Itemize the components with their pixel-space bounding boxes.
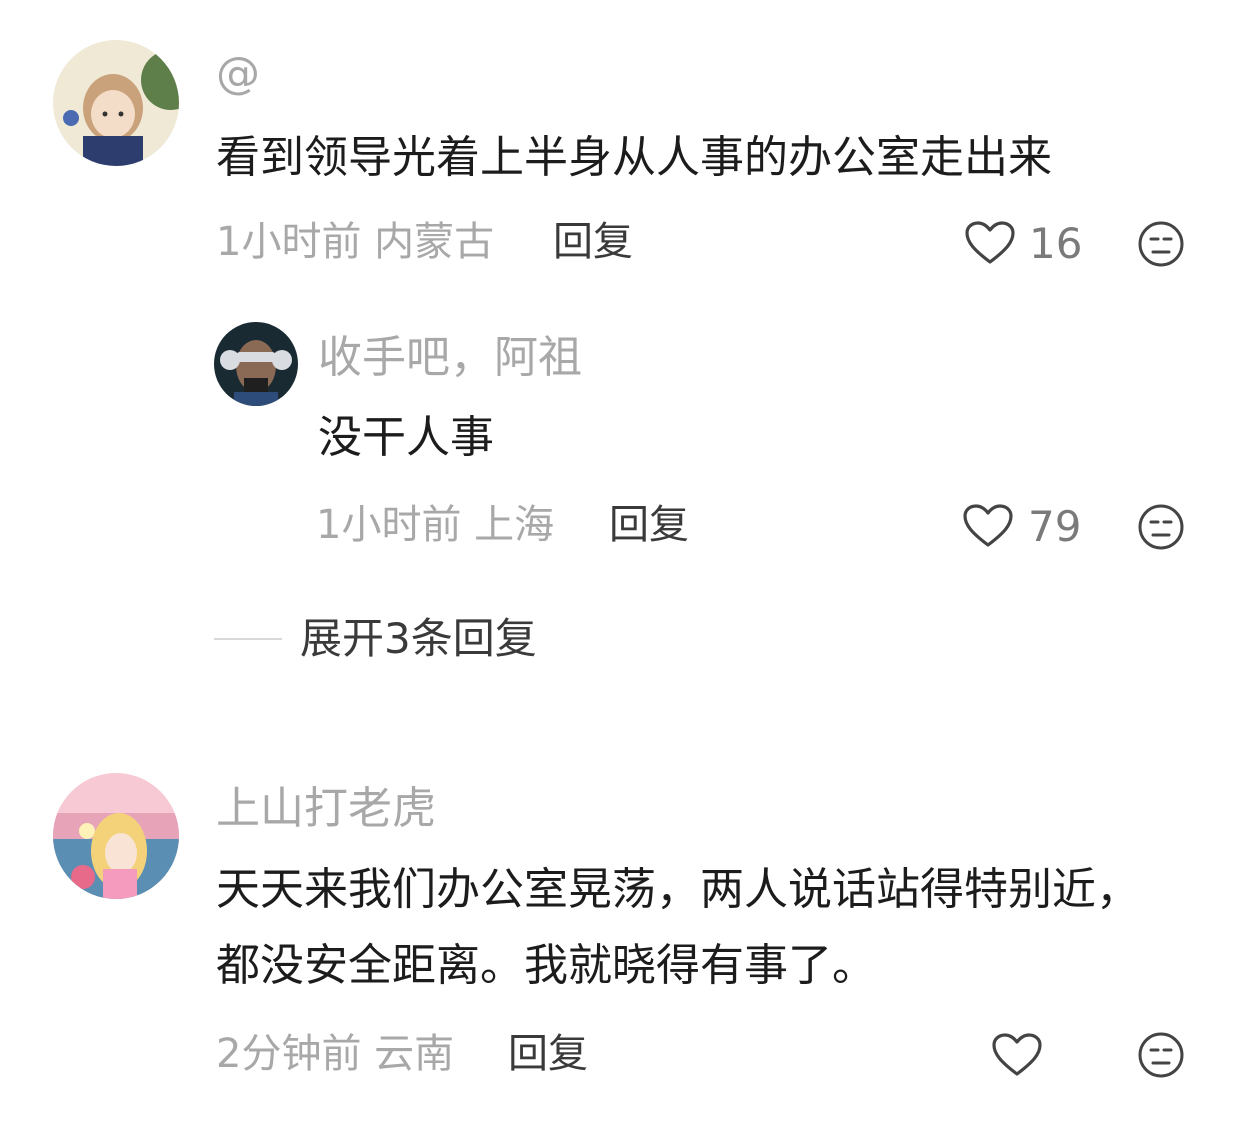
reply-button[interactable]: 回复 bbox=[508, 1034, 588, 1074]
comment-content: 天天来我们办公室晃荡，两人说话站得特别近，都没安全距离。我就晓得有事了。 bbox=[216, 864, 1140, 991]
comment-time-location: 2分钟前 云南 bbox=[216, 1031, 455, 1077]
heart-outline-icon[interactable] bbox=[964, 220, 1016, 266]
comment-content: 看到领导光着上半身从人事的办公室走出来 bbox=[216, 132, 1052, 183]
heart-outline-icon[interactable] bbox=[991, 1032, 1043, 1078]
avatar[interactable] bbox=[53, 773, 179, 899]
avatar[interactable] bbox=[53, 40, 179, 166]
comment-time-location: 1小时前 内蒙古 bbox=[216, 219, 495, 265]
neutral-face-icon[interactable] bbox=[1137, 220, 1185, 268]
comment-username[interactable]: @ bbox=[216, 52, 260, 96]
expand-replies-button[interactable]: 展开3条回复 bbox=[300, 618, 537, 660]
heart-outline-icon[interactable] bbox=[962, 503, 1014, 549]
avatar-anime-girl-image bbox=[53, 773, 179, 899]
reply-time-location: 1小时前 上海 bbox=[316, 502, 555, 548]
expand-divider bbox=[214, 638, 282, 640]
comment-list: @ 看到领导光着上半身从人事的办公室走出来 1小时前 内蒙古 回复 16 收手吧… bbox=[0, 0, 1260, 1125]
neutral-face-icon[interactable] bbox=[1137, 503, 1185, 551]
like-count: 16 bbox=[1029, 219, 1083, 268]
comment-username[interactable]: 上山打老虎 bbox=[216, 787, 436, 831]
reply-button[interactable]: 回复 bbox=[553, 222, 633, 262]
reply-content: 没干人事 bbox=[318, 412, 494, 463]
like-count: 79 bbox=[1028, 502, 1082, 551]
reply-username[interactable]: 收手吧，阿祖 bbox=[318, 336, 582, 380]
avatar-cartoon-girl-image bbox=[53, 40, 179, 166]
neutral-face-icon[interactable] bbox=[1137, 1031, 1185, 1079]
avatar[interactable] bbox=[214, 322, 298, 406]
reply-button[interactable]: 回复 bbox=[609, 505, 689, 545]
avatar-man-image bbox=[214, 322, 298, 406]
